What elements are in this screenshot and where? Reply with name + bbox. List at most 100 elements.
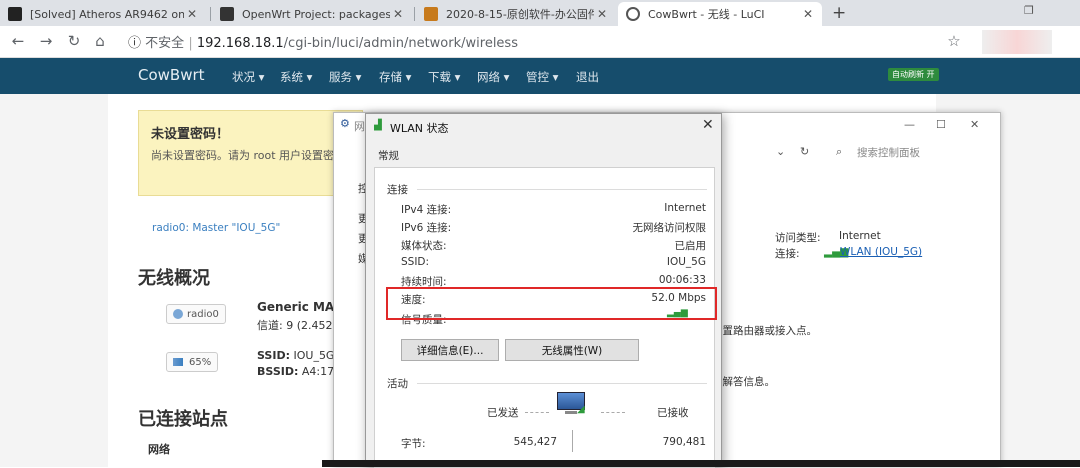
brand-logo[interactable]: CowBwrt xyxy=(138,66,205,84)
browser-tab[interactable]: 2020-8-15-原创软件-办公固件- ✕ xyxy=(416,2,616,26)
access-type-value: Internet xyxy=(839,230,881,242)
openwrt-forum-icon xyxy=(8,7,22,21)
menu-download[interactable]: 下载 ▾ xyxy=(428,69,460,85)
refresh-icon[interactable]: ↻ xyxy=(800,145,809,158)
luci-navbar: CowBwrt 状况 ▾ 系统 ▾ 服务 ▾ 存储 ▾ 下载 ▾ 网络 ▾ 管控… xyxy=(0,58,1080,94)
alert-title: 未设置密码！ xyxy=(151,127,230,142)
menu-control[interactable]: 管控 ▾ xyxy=(526,69,558,85)
browser-toolbar: ← → ↻ ⌂ ⓘ 不安全 | 192.168.18.1/cgi-bin/luc… xyxy=(0,26,1080,58)
bssid-label: BSSID: xyxy=(257,365,299,378)
auto-refresh-toggle[interactable]: 自动刷新 开 xyxy=(888,68,939,81)
tab-title: OpenWrt Project: packages:in xyxy=(242,7,390,21)
not-secure-label: 不安全 xyxy=(145,36,185,51)
wlan-connection-link[interactable]: WLAN (IOU_5G) xyxy=(840,246,922,258)
radio-badge-label: radio0 xyxy=(187,308,219,320)
signal-icon xyxy=(173,358,183,366)
row-value: IOU_5G xyxy=(666,256,706,268)
minimize-button[interactable]: — xyxy=(904,118,915,131)
folder-icon xyxy=(424,7,438,21)
wireless-overview-heading: 无线概况 xyxy=(138,268,210,289)
connection-label: 连接: xyxy=(775,248,800,260)
tab-title: [Solved] Atheros AR9462 on s xyxy=(30,7,184,21)
menu-logout[interactable]: 退出 xyxy=(576,69,599,85)
radio-channel: 信道: 9 (2.452 G xyxy=(257,319,345,332)
row-label: IPv6 连接: xyxy=(401,222,452,234)
tab-general[interactable]: 常规 xyxy=(378,148,399,163)
radio-badge: radio0 xyxy=(166,304,226,324)
ssid-value: IOU_5G xyxy=(293,349,335,362)
bssid-row: BSSID: A4:17:3 xyxy=(257,365,345,378)
close-tab-icon[interactable]: ✕ xyxy=(390,7,406,21)
bytes-label: 字节: xyxy=(401,438,426,450)
close-icon[interactable]: ✕ xyxy=(702,117,714,133)
close-tab-icon[interactable]: ✕ xyxy=(184,7,200,21)
alert-text: 尚未设置密码。请为 root 用户设置密 xyxy=(151,149,335,162)
dialog-title: WLAN 状态 xyxy=(390,122,449,135)
close-button[interactable]: ✕ xyxy=(970,118,979,131)
network-computer-icon: ◢ xyxy=(555,390,591,422)
ssid-label: SSID: xyxy=(257,349,290,362)
info-icon[interactable]: ⓘ xyxy=(128,36,141,51)
stations-table-header: 网络 xyxy=(148,443,170,456)
access-type-label: 访问类型: xyxy=(775,232,821,244)
details-button[interactable]: 详细信息(E)... xyxy=(401,339,499,361)
close-tab-icon[interactable]: ✕ xyxy=(800,7,816,21)
row-label: SSID: xyxy=(401,256,430,268)
browser-tab-active[interactable]: CowBwrt - 无线 - LuCI ✕ xyxy=(618,2,822,26)
menu-status[interactable]: 状况 ▾ xyxy=(232,69,264,85)
signal-badge: 65% xyxy=(166,352,219,372)
url-path: /cgi-bin/luci/admin/network/wireless xyxy=(283,36,518,51)
connected-stations-heading: 已连接站点 xyxy=(138,409,228,430)
restore-window-icon[interactable]: ❐ xyxy=(1024,4,1034,17)
connection-section-title: 连接 xyxy=(387,184,408,196)
password-alert: 未设置密码！ 尚未设置密码。请为 root 用户设置密 xyxy=(138,110,363,196)
forward-arrow-icon[interactable]: → xyxy=(36,32,56,50)
radio-name: Generic MAC xyxy=(257,300,344,314)
chevron-down-icon[interactable]: ⌄ xyxy=(776,145,785,158)
activity-section-title: 活动 xyxy=(387,378,408,390)
signal-badge-label: 65% xyxy=(189,356,212,368)
profile-area[interactable] xyxy=(982,30,1052,54)
maximize-button[interactable]: ☐ xyxy=(936,118,946,131)
browser-tab[interactable]: [Solved] Atheros AR9462 on s ✕ xyxy=(0,2,206,26)
row-value: 已启用 xyxy=(674,240,707,252)
tab-title: CowBwrt - 无线 - LuCI xyxy=(648,8,765,21)
tab-title: 2020-8-15-原创软件-办公固件- xyxy=(446,8,594,21)
bytes-sent: 545,427 xyxy=(513,436,557,448)
new-tab-button[interactable]: + xyxy=(832,3,846,23)
bytes-received: 790,481 xyxy=(662,436,706,448)
bookmark-star-icon[interactable]: ☆ xyxy=(944,32,964,50)
side-text: 设置路由器或接入点。 xyxy=(712,325,817,337)
menu-network[interactable]: 网络 ▾ xyxy=(477,69,509,85)
network-icon: ⚙ xyxy=(340,117,350,130)
url-host: 192.168.18.1 xyxy=(196,36,284,51)
home-icon[interactable]: ⌂ xyxy=(90,32,110,50)
openwrt-icon xyxy=(220,7,234,21)
separator: | xyxy=(188,36,197,51)
radio-icon xyxy=(173,309,183,319)
close-tab-icon[interactable]: ✕ xyxy=(594,7,610,21)
received-label: 已接收 xyxy=(657,407,689,419)
wifi-icon: ▟ xyxy=(374,120,382,131)
search-icon: ⌕ xyxy=(836,145,843,158)
address-bar[interactable]: ⓘ 不安全 | 192.168.18.1/cgi-bin/luci/admin/… xyxy=(128,32,518,51)
row-label: 媒体状态: xyxy=(401,240,447,252)
menu-storage[interactable]: 存储 ▾ xyxy=(379,69,411,85)
back-arrow-icon[interactable]: ← xyxy=(8,32,28,50)
control-panel-title: 网 xyxy=(354,120,365,133)
speed-highlight-box xyxy=(386,287,717,320)
wireless-properties-button[interactable]: 无线属性(W) xyxy=(505,339,639,361)
browser-tab[interactable]: OpenWrt Project: packages:in ✕ xyxy=(212,2,412,26)
row-value: 无网络访问权限 xyxy=(632,222,707,234)
radio-tab-link[interactable]: radio0: Master "IOU_5G" xyxy=(152,222,280,234)
reload-icon[interactable]: ↻ xyxy=(64,32,84,50)
sent-label: 已发送 xyxy=(487,407,519,419)
ssid-row: SSID: IOU_5G xyxy=(257,349,334,362)
menu-services[interactable]: 服务 ▾ xyxy=(329,69,361,85)
row-value: Internet xyxy=(664,202,706,214)
row-label: IPv4 连接: xyxy=(401,204,452,216)
row-value: 00:06:33 xyxy=(658,274,706,286)
menu-system[interactable]: 系统 ▾ xyxy=(280,69,312,85)
control-panel-search-input[interactable]: 搜索控制面板 xyxy=(857,145,920,160)
luci-icon xyxy=(626,7,640,21)
